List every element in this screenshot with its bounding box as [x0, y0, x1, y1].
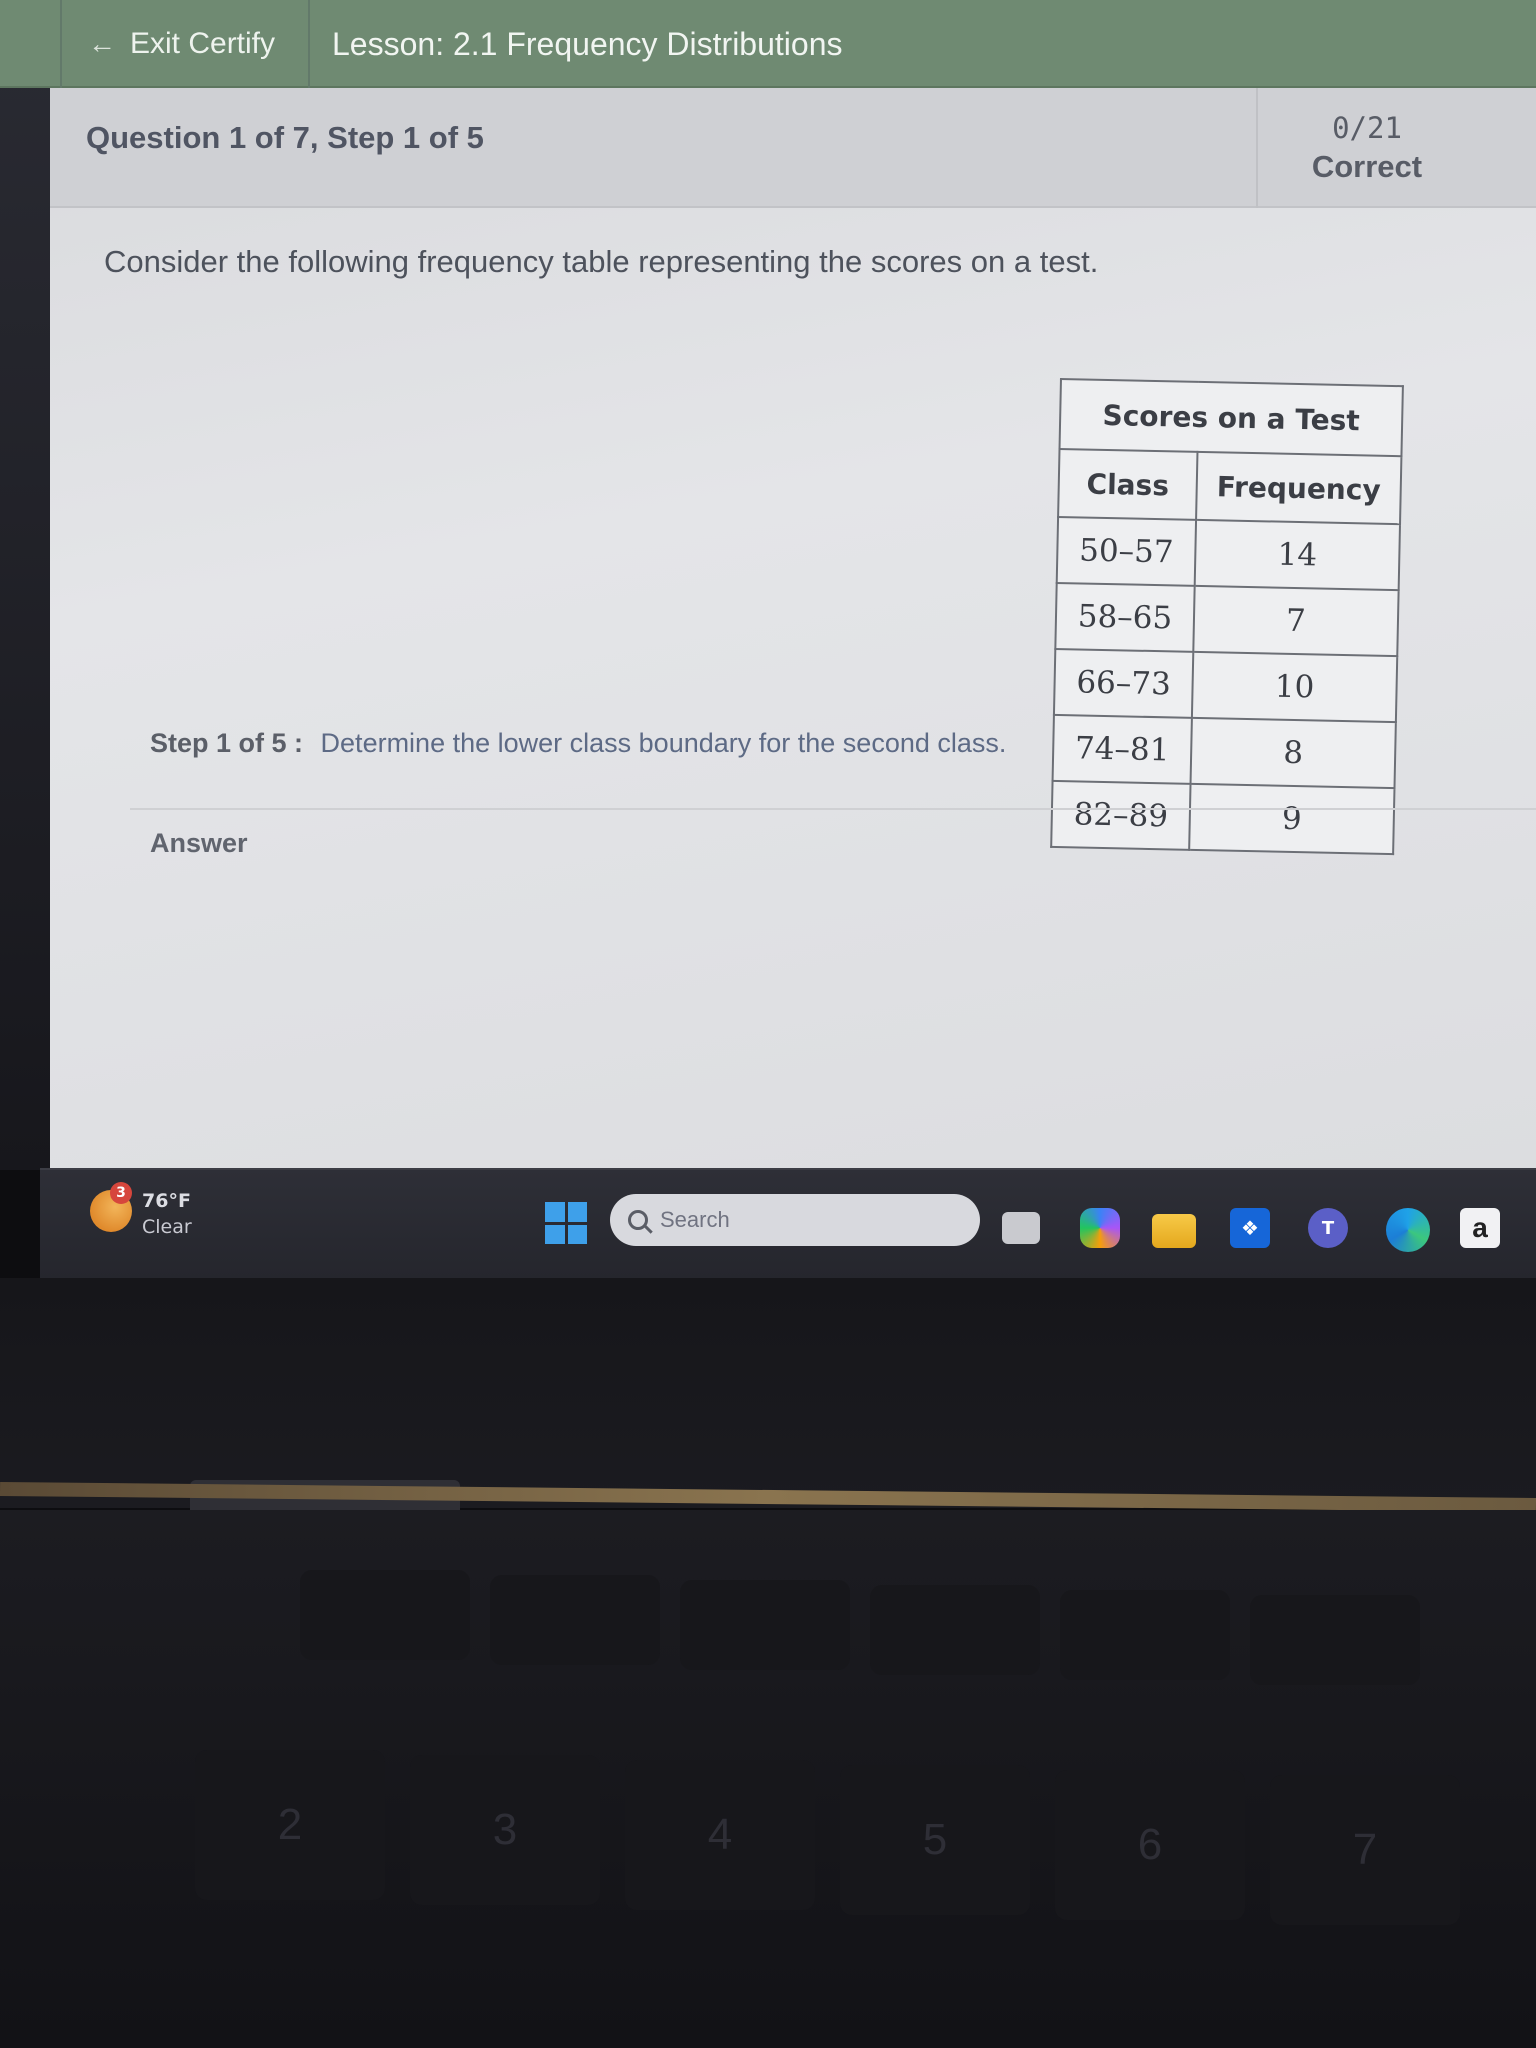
frequency-table: Scores on a Test Class Frequency 50–57 1…: [1050, 378, 1404, 856]
question-prompt: Consider the following frequency table r…: [104, 244, 1099, 279]
keyboard-key: [300, 1570, 470, 1660]
column-header-frequency: Frequency: [1196, 451, 1402, 525]
table-row: 58–65 7: [1055, 582, 1399, 657]
step-label: Step 1 of 5 :: [150, 728, 304, 758]
weather-temperature: 76°F: [142, 1190, 191, 1212]
score-label: Correct: [1311, 149, 1423, 184]
table-row: 66–73 10: [1053, 648, 1398, 723]
frequency-cell: 14: [1194, 519, 1401, 591]
keyboard-key: [1250, 1595, 1420, 1685]
exit-certify-button[interactable]: ← Exit Certify: [60, 0, 310, 88]
keyboard-key: 3: [410, 1755, 600, 1905]
score-count: 0/21: [1332, 111, 1402, 145]
keyboard-key: [1060, 1590, 1230, 1680]
taskbar-search-box[interactable]: Search: [610, 1194, 980, 1246]
laptop-keyboard: 2 3 4 5 6 7: [0, 1510, 1536, 2048]
frequency-cell: 9: [1189, 783, 1395, 855]
table-header-row: Class Frequency: [1058, 449, 1402, 525]
keyboard-key: [870, 1585, 1040, 1675]
table-caption-row: Scores on a Test: [1059, 379, 1403, 457]
class-cell: 82–89: [1051, 780, 1191, 850]
windows-taskbar: 3 76°F Clear Search ❖ T a: [40, 1168, 1536, 1278]
question-progress: Question 1 of 7, Step 1 of 5: [86, 120, 484, 155]
weather-badge: 3: [110, 1182, 132, 1204]
table-row: 82–89 9: [1051, 780, 1395, 855]
frequency-cell: 7: [1193, 585, 1399, 657]
step-instruction: Step 1 of 5 : Determine the lower class …: [150, 728, 1006, 759]
back-arrow-icon: ←: [88, 28, 116, 59]
search-icon: [628, 1210, 648, 1230]
question-header: Question 1 of 7, Step 1 of 5 0/21 Correc…: [50, 88, 1536, 208]
frequency-cell: 8: [1190, 717, 1396, 789]
score-box: 0/21 Correct: [1256, 88, 1476, 208]
table-caption: Scores on a Test: [1059, 379, 1403, 457]
class-cell: 50–57: [1056, 516, 1197, 586]
top-navigation-bar: ← Exit Certify Lesson: 2.1 Frequency Dis…: [0, 0, 1536, 88]
keyboard-key: [680, 1580, 850, 1670]
keyboard-key: 4: [625, 1760, 815, 1910]
exit-certify-label: Exit Certify: [130, 27, 276, 60]
lesson-title: Lesson: 2.1 Frequency Distributions: [332, 25, 843, 62]
weather-widget[interactable]: 3 76°F Clear: [90, 1182, 270, 1252]
table-row: 74–81 8: [1052, 714, 1396, 789]
weather-condition: Clear: [142, 1216, 192, 1238]
laptop-bezel: [0, 1278, 1536, 1508]
class-cell: 74–81: [1052, 714, 1192, 784]
dropbox-icon[interactable]: ❖: [1230, 1208, 1270, 1248]
table-row: 50–57 14: [1056, 516, 1401, 591]
windows-start-icon[interactable]: [545, 1202, 587, 1244]
keyboard-key: 5: [840, 1765, 1030, 1915]
copilot-icon[interactable]: [1080, 1208, 1120, 1248]
laptop-screen: ← Exit Certify Lesson: 2.1 Frequency Dis…: [0, 0, 1536, 1170]
search-placeholder: Search: [660, 1207, 730, 1232]
task-view-icon[interactable]: [1002, 1212, 1040, 1244]
amazon-icon[interactable]: a: [1460, 1208, 1500, 1248]
question-panel: Question 1 of 7, Step 1 of 5 0/21 Correc…: [50, 88, 1536, 1168]
edge-browser-icon[interactable]: [1386, 1208, 1430, 1252]
answer-label: Answer: [150, 828, 248, 858]
keyboard-key: 7: [1270, 1775, 1460, 1925]
teams-icon[interactable]: T: [1308, 1208, 1348, 1248]
frequency-cell: 10: [1191, 651, 1398, 723]
keyboard-key: 2: [195, 1750, 385, 1900]
keyboard-key: 6: [1055, 1770, 1245, 1920]
step-text: Determine the lower class boundary for t…: [320, 728, 1007, 758]
class-cell: 66–73: [1053, 648, 1194, 718]
column-header-class: Class: [1058, 449, 1198, 520]
keyboard-key: [490, 1575, 660, 1665]
section-divider: [130, 808, 1536, 810]
class-cell: 58–65: [1055, 582, 1195, 652]
file-explorer-icon[interactable]: [1152, 1214, 1196, 1248]
